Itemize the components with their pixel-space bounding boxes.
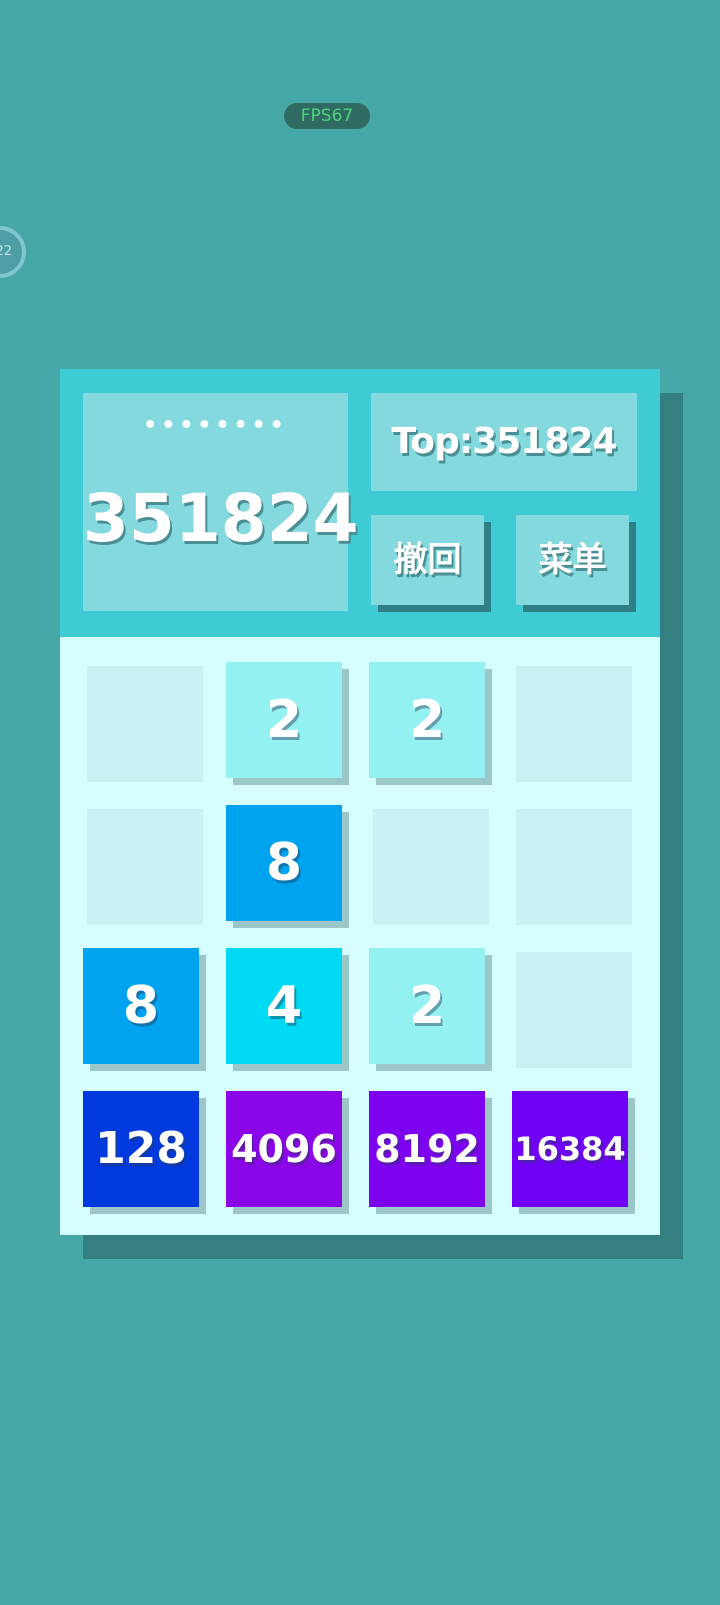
tile-grid[interactable]: 2 2 8 8 4 2 128 4096 8192 16384 (60, 637, 660, 1235)
undo-button[interactable]: 撤回 (371, 515, 484, 605)
tile-4096: 4096 (226, 1091, 342, 1207)
tile-2: 2 (369, 948, 485, 1064)
floating-assistant-ball[interactable]: 22 (0, 226, 26, 278)
empty-cell (516, 809, 632, 925)
score-panel: •••••••• 351824 (83, 393, 359, 611)
tile-2: 2 (369, 662, 485, 778)
empty-cell (373, 809, 489, 925)
empty-cell (516, 952, 632, 1068)
current-score: 351824 (83, 480, 359, 557)
fps-counter: FPS67 (284, 103, 370, 129)
top-score: Top:351824 (371, 393, 637, 491)
game-board: •••••••• 351824 Top:351824 撤回 菜单 2288421… (60, 369, 660, 1235)
empty-cell (87, 809, 203, 925)
tile-8: 8 (226, 805, 342, 921)
game-header: •••••••• 351824 Top:351824 撤回 菜单 (60, 369, 660, 637)
tile-8192: 8192 (369, 1091, 485, 1207)
empty-cell (87, 666, 203, 782)
empty-cell (516, 666, 632, 782)
score-dots: •••••••• (143, 413, 288, 438)
tile-16384: 16384 (512, 1091, 628, 1207)
tile-4: 4 (226, 948, 342, 1064)
menu-button[interactable]: 菜单 (516, 515, 629, 605)
tile-2: 2 (226, 662, 342, 778)
tile-8: 8 (83, 948, 199, 1064)
tile-128: 128 (83, 1091, 199, 1207)
